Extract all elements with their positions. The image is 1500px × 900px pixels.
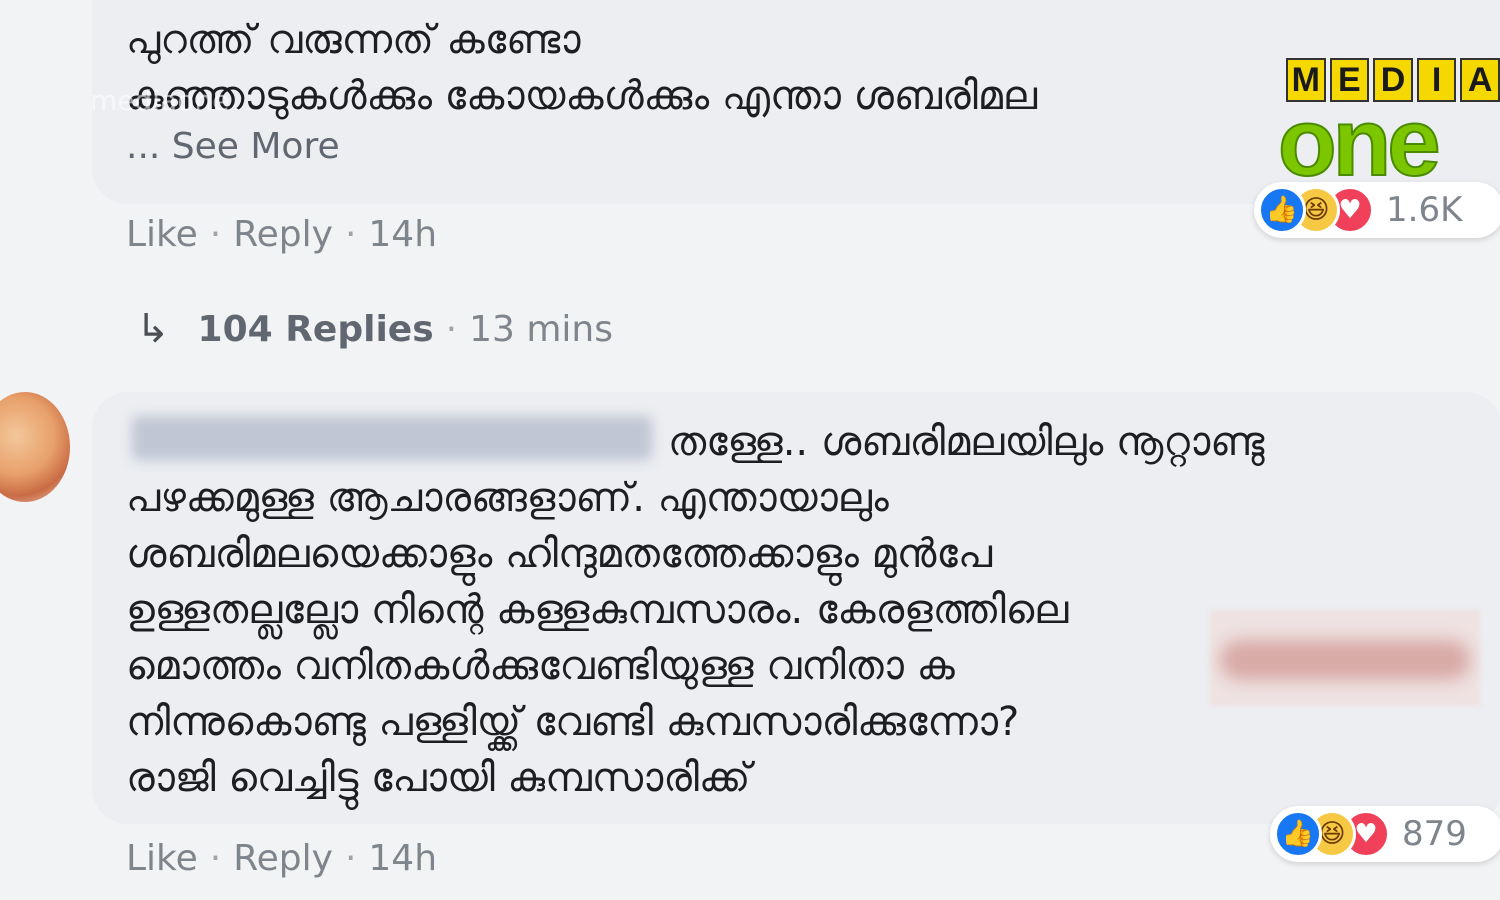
comment-text-line: ശബരിമലയെക്കാളും ഹിന്ദുമതത്തേക്കാളും മുൻപ…: [126, 531, 993, 577]
separator: ·: [445, 308, 458, 350]
comment-text-line: നിന്നുകൊണ്ടു പള്ളിയ്ക്ക് വേണ്ടി കുമ്പസാര…: [126, 699, 1020, 745]
comment-text-line: പഴക്കമുള്ള ആചാരങ്ങളാണ്. എന്തായാലും: [126, 475, 889, 521]
timestamp[interactable]: 14h: [368, 214, 437, 255]
reply-arrow-icon: ↳: [136, 306, 170, 352]
separator: ·: [344, 838, 357, 879]
reaction-count: 879: [1402, 814, 1467, 854]
watermark-text: mediaone: [90, 84, 230, 117]
comment-text-line: മൊത്തം വനിതകൾക്കുവേണ്ടിയുള്ള വനിതാ ക: [126, 643, 955, 689]
logo-letter: A: [1460, 58, 1500, 102]
like-button[interactable]: Like: [126, 214, 198, 255]
like-icon: 👍: [1258, 186, 1306, 234]
reply-button[interactable]: Reply: [233, 214, 333, 255]
timestamp[interactable]: 14h: [368, 838, 437, 879]
mediaone-logo: M E D I A one: [1277, 58, 1500, 192]
blurred-text-patch: [1210, 610, 1480, 706]
comment-actions: Like · Reply · 14h: [126, 838, 437, 879]
blurred-author-name: [132, 416, 652, 460]
separator: ·: [209, 214, 222, 255]
replies-count: 104 Replies: [197, 308, 434, 350]
comment-text-line: തള്ളേ.. ശബരിമലയിലും നൂറ്റാണ്ടു: [668, 419, 1265, 465]
avatar[interactable]: [0, 392, 70, 502]
reaction-count: 1.6K: [1386, 190, 1463, 230]
view-replies-link[interactable]: ↳ 104 Replies · 13 mins: [136, 306, 613, 352]
comment-text-line: രാജി വെച്ചിട്ടു പോയി കുമ്പസാരിക്ക്: [126, 755, 751, 801]
comment-text-line: കുഞ്ഞാടുകൾക്കും കോയകൾക്കും എന്താ ശബരിമല: [126, 73, 1038, 119]
reply-button[interactable]: Reply: [233, 838, 333, 879]
comment-text-line: പുറത്ത് വരുന്നത് കണ്ടോ: [126, 17, 581, 63]
like-icon: 👍: [1274, 810, 1322, 858]
see-more-link[interactable]: ... See More: [126, 126, 340, 167]
replies-time: 13 mins: [469, 308, 613, 350]
reaction-summary[interactable]: 👍 😆 ♥ 879: [1270, 806, 1500, 862]
comment-actions: Like · Reply · 14h: [126, 214, 437, 255]
separator: ·: [344, 214, 357, 255]
comment-text-line: ഉള്ളതല്ലല്ലോ നിന്റെ കള്ളകുമ്പസാരം. കേരളത…: [126, 587, 1069, 633]
separator: ·: [209, 838, 222, 879]
logo-one: one: [1277, 89, 1442, 196]
like-button[interactable]: Like: [126, 838, 198, 879]
